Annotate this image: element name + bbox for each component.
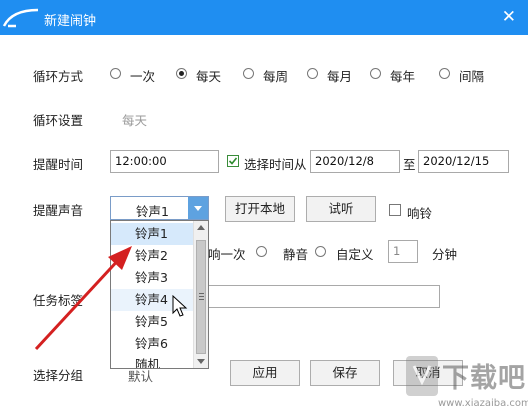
minutes-label: 分钟 [432,247,458,262]
close-button[interactable]: ✕ [502,7,516,27]
app-logo-icon [2,8,39,28]
loop-mode-label: 循环方式 [33,69,84,84]
sound-select-value: 铃声1 [136,204,169,219]
scroll-thumb[interactable] [196,240,206,354]
loop-setting-value: 每天 [122,113,148,128]
loop-setting-label: 循环设置 [33,113,84,128]
save-button[interactable]: 保存 [310,360,380,386]
ring-label: 响铃 [407,206,433,221]
sound-select[interactable]: 铃声1 [110,196,209,220]
remind-time-label: 提醒时间 [33,157,84,172]
loop-radio-3[interactable] [243,68,254,79]
loop-radio-1[interactable] [110,68,121,79]
scroll-down-icon[interactable] [197,359,205,364]
grip-line [199,296,204,297]
custom-label: 自定义 [336,247,374,262]
loop-radio-label: 间隔 [459,69,485,84]
grip-line [199,299,204,300]
loop-radio-label: 每月 [327,69,353,84]
task-tag-input[interactable] [190,285,440,308]
mouse-cursor-icon [172,295,188,317]
time-range-label: 选择时间从 [244,157,307,172]
loop-radio-label: 每周 [263,69,289,84]
open-local-button[interactable]: 打开本地 [225,196,295,222]
window-title: 新建闹钟 [44,14,97,29]
mute-radio[interactable] [256,246,267,257]
grip-line [199,293,204,294]
ring-once-label: 响一次 [208,247,246,262]
annotation-arrow-icon [34,246,132,351]
mute-label: 静音 [283,247,309,262]
custom-radio[interactable] [315,246,326,257]
chevron-down-icon[interactable] [188,197,208,219]
dropdown-scrollbar[interactable] [193,221,208,368]
loop-radio-2[interactable] [176,68,187,79]
loop-radio-label: 每年 [390,69,416,84]
checkmark-icon [228,157,238,165]
to-label: 至 [403,157,416,172]
group-label: 选择分组 [33,368,84,383]
loop-radio-6[interactable] [439,68,450,79]
loop-radio-label: 每天 [196,69,222,84]
time-range-checkbox[interactable] [227,155,239,167]
custom-minutes-input[interactable]: 1 [388,240,418,263]
scroll-up-icon[interactable] [197,225,205,230]
end-date-input[interactable]: 2020/12/15 [418,150,509,173]
remind-sound-label: 提醒声音 [33,203,84,218]
ring-checkbox[interactable] [389,204,401,216]
watermark-url: www.xiazaiba.com [438,398,528,409]
loop-radio-5[interactable] [370,68,381,79]
loop-radio-4[interactable] [307,68,318,79]
preview-button[interactable]: 试听 [306,196,376,222]
start-date-input[interactable]: 2020/12/8 [310,150,400,173]
sound-option[interactable]: 随机 [111,354,193,368]
apply-button[interactable]: 应用 [230,360,300,386]
time-input[interactable]: 12:00:00 [110,150,219,173]
watermark-text: 下载吧 [442,363,526,394]
title-bar: 新建闹钟 ✕ [0,0,528,35]
loop-radio-label: 一次 [130,69,156,84]
